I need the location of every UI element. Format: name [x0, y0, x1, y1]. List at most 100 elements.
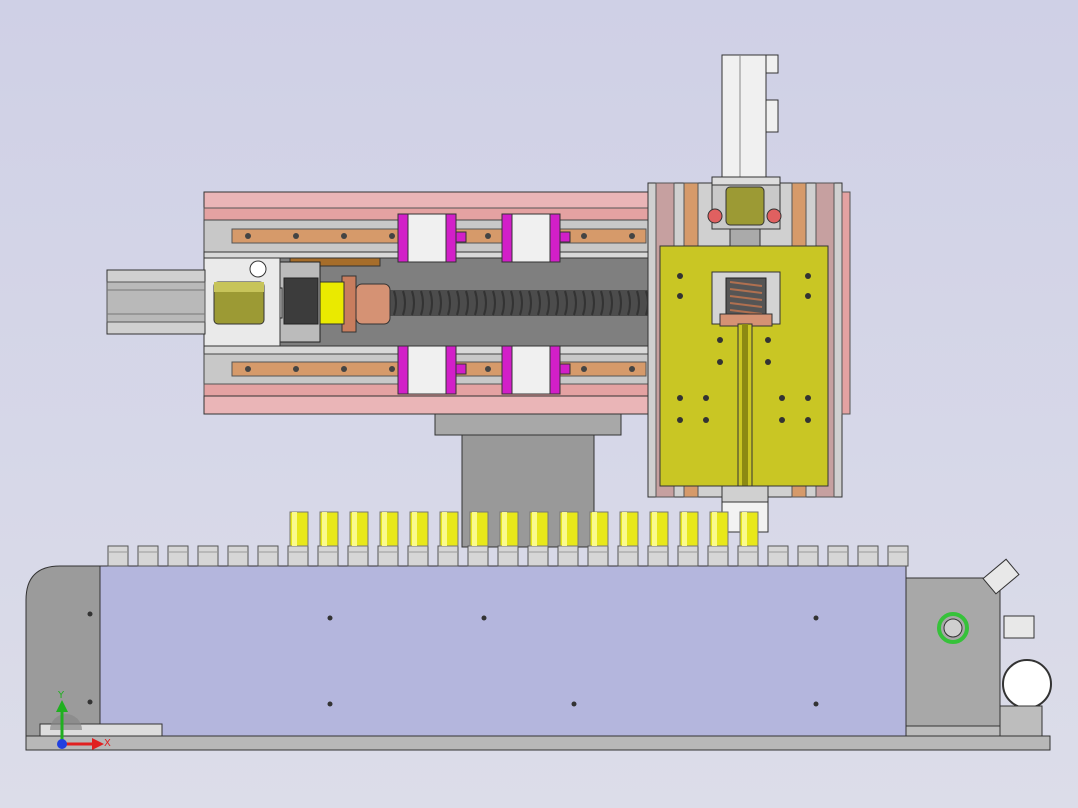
conveyor-bolt	[87, 699, 93, 705]
drive-sprocket-housing	[905, 558, 1052, 737]
chain-cup	[287, 545, 309, 567]
conveyor-bolt	[813, 701, 819, 707]
chain-cup	[707, 545, 729, 567]
chain-cup	[347, 545, 369, 567]
carriage-hole	[677, 417, 683, 423]
product-cup-highlight	[292, 512, 297, 546]
screw	[389, 233, 395, 239]
carriage-hole	[677, 293, 683, 299]
product-cup-highlight	[682, 512, 687, 546]
chain-cup	[407, 545, 429, 567]
product-cup-highlight	[562, 512, 567, 546]
screw	[581, 233, 587, 239]
z-axis-carriage	[659, 245, 829, 487]
conveyor-bolt	[327, 701, 333, 707]
chain-cup	[317, 545, 339, 567]
conveyor-bolt	[87, 611, 93, 617]
slider-end	[549, 345, 561, 395]
slider-end	[445, 345, 457, 395]
chain-cup	[167, 545, 189, 567]
product-cup-highlight	[472, 512, 477, 546]
chain-cup	[857, 545, 879, 567]
chain-cup	[467, 545, 489, 567]
carriage-hole	[677, 395, 683, 401]
carriage-hole	[677, 273, 683, 279]
cad-drawing: Y X	[25, 54, 1052, 751]
chain-cup	[887, 545, 909, 567]
slider-nipple	[559, 231, 571, 243]
carriage-hole	[765, 359, 771, 365]
slider-end	[397, 345, 409, 395]
servo-motor-horizontal	[106, 269, 206, 335]
carriage-hole	[805, 273, 811, 279]
product-cup-highlight	[322, 512, 327, 546]
screw	[341, 366, 347, 372]
slider-end	[501, 213, 513, 263]
conveyor-bolt	[327, 615, 333, 621]
screw	[485, 366, 491, 372]
chain-cup	[617, 545, 639, 567]
screw	[245, 233, 251, 239]
carriage-hole	[779, 417, 785, 423]
ball-nut	[319, 275, 391, 333]
product-cup-highlight	[412, 512, 417, 546]
carriage-hole	[805, 293, 811, 299]
product-cup-highlight	[652, 512, 657, 546]
chain-cup	[557, 545, 579, 567]
screw	[293, 366, 299, 372]
conveyor-bolt	[481, 615, 487, 621]
chain-cup	[437, 545, 459, 567]
chain-cup	[827, 545, 849, 567]
screw	[629, 233, 635, 239]
axis-y-label: Y	[57, 690, 65, 701]
slider-nipple	[559, 363, 571, 375]
carriage-hole	[805, 417, 811, 423]
carriage-hole	[765, 337, 771, 343]
product-cup-highlight	[592, 512, 597, 546]
product-cup-highlight	[442, 512, 447, 546]
chain-cup	[737, 545, 759, 567]
product-cup-highlight	[742, 512, 747, 546]
chain-cup	[257, 545, 279, 567]
conveyor-frame	[25, 565, 1051, 751]
chain-cup	[527, 545, 549, 567]
chain-cup	[497, 545, 519, 567]
slider-end	[445, 213, 457, 263]
chain-cup	[107, 545, 129, 567]
chain-cup	[677, 545, 699, 567]
chain-cup	[377, 545, 399, 567]
chain-cup	[767, 545, 789, 567]
product-cup-highlight	[502, 512, 507, 546]
screw	[245, 366, 251, 372]
chain-cup	[137, 545, 159, 567]
chain-cup	[587, 545, 609, 567]
carriage-hole	[717, 359, 723, 365]
servo-motor-vertical	[707, 54, 782, 248]
screw	[629, 366, 635, 372]
chain-cup	[797, 545, 819, 567]
screw	[341, 233, 347, 239]
screw	[293, 233, 299, 239]
cad-viewport[interactable]: Y X	[0, 0, 1078, 808]
carriage-hole	[805, 395, 811, 401]
carriage-hole	[717, 337, 723, 343]
screw	[581, 366, 587, 372]
product-cup-highlight	[712, 512, 717, 546]
slider-end	[549, 213, 561, 263]
carriage-hole	[779, 395, 785, 401]
slider-nipple	[455, 363, 467, 375]
conveyor-chain	[107, 511, 909, 567]
chain-cup	[227, 545, 249, 567]
screw	[389, 366, 395, 372]
chain-cup	[197, 545, 219, 567]
screw	[485, 233, 491, 239]
product-cup-highlight	[382, 512, 387, 546]
slider-end	[397, 213, 409, 263]
axis-x-label: X	[104, 738, 111, 749]
chain-cup	[647, 545, 669, 567]
carriage-hole	[703, 417, 709, 423]
shaft-coupling	[203, 257, 281, 347]
product-cup-highlight	[532, 512, 537, 546]
product-cup-highlight	[622, 512, 627, 546]
conveyor-bolt	[813, 615, 819, 621]
